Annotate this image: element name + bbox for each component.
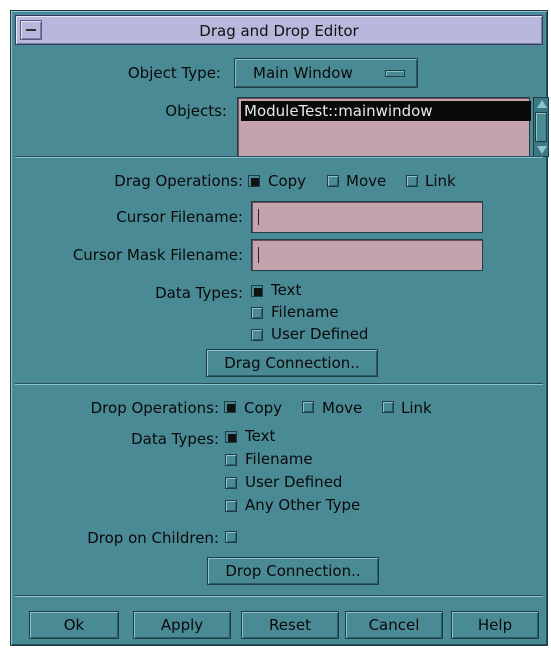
drop-type-user-defined-checkbox[interactable]	[225, 477, 237, 489]
drag-copy-checkbox[interactable]	[248, 175, 260, 187]
scroll-down-arrow-icon[interactable]	[537, 146, 547, 154]
scroll-thumb[interactable]	[535, 112, 547, 142]
drag-data-types-label: Data Types:	[155, 284, 243, 302]
drop-move-checkbox[interactable]	[302, 401, 314, 413]
drag-type-filename-label: Filename	[271, 303, 339, 321]
help-button[interactable]: Help	[451, 611, 539, 639]
object-type-value: Main Window	[253, 64, 353, 82]
drag-link-checkbox[interactable]	[406, 175, 418, 187]
drag-type-user-defined-checkbox[interactable]	[251, 329, 263, 341]
separator	[15, 383, 543, 385]
drop-type-user-defined-label: User Defined	[245, 473, 343, 491]
drag-type-text-label: Text	[271, 281, 302, 299]
drop-copy-checkbox[interactable]	[224, 401, 236, 413]
drop-connection-button[interactable]: Drop Connection..	[207, 557, 379, 585]
cancel-button[interactable]: Cancel	[345, 611, 443, 639]
objects-scrollbar[interactable]	[533, 97, 549, 157]
reset-button[interactable]: Reset	[241, 611, 339, 639]
object-type-label: Object Type:	[127, 64, 221, 82]
dialog-button-bar: Ok Apply Reset Cancel Help	[15, 607, 543, 643]
title-bar[interactable]: Drag and Drop Editor	[15, 15, 543, 45]
drag-move-label: Move	[346, 172, 387, 190]
drag-copy-label: Copy	[268, 172, 307, 190]
drop-operations-label: Drop Operations:	[90, 399, 219, 417]
drop-on-children-checkbox[interactable]	[225, 531, 237, 543]
cursor-filename-label: Cursor Filename:	[116, 208, 243, 226]
drop-move-label: Move	[322, 399, 363, 417]
drop-type-text-checkbox[interactable]	[225, 431, 237, 443]
drag-type-text-checkbox[interactable]	[251, 285, 263, 297]
objects-label: Objects:	[165, 102, 227, 120]
drop-type-filename-label: Filename	[245, 450, 313, 468]
drag-type-filename-checkbox[interactable]	[251, 307, 263, 319]
drag-connection-button[interactable]: Drag Connection..	[206, 349, 378, 377]
drag-move-checkbox[interactable]	[327, 175, 339, 187]
drop-type-any-other-checkbox[interactable]	[225, 500, 237, 512]
drag-link-label: Link	[425, 172, 456, 190]
drag-and-drop-editor-window: Drag and Drop Editor Object Type: Main W…	[10, 10, 549, 646]
object-type-menu[interactable]: Main Window	[234, 58, 418, 88]
drop-link-label: Link	[401, 399, 432, 417]
drag-operations-label: Drag Operations:	[114, 172, 243, 190]
drag-type-user-defined-label: User Defined	[271, 325, 369, 343]
separator	[15, 156, 543, 158]
separator	[15, 595, 543, 597]
objects-list[interactable]: ModuleTest::mainwindow	[237, 97, 531, 157]
option-menu-indicator-icon	[385, 70, 405, 77]
apply-button[interactable]: Apply	[133, 611, 231, 639]
drop-data-types-label: Data Types:	[131, 430, 219, 448]
drop-on-children-label: Drop on Children:	[87, 529, 219, 547]
drop-link-checkbox[interactable]	[382, 401, 394, 413]
ok-button[interactable]: Ok	[29, 611, 119, 639]
window-title: Drag and Drop Editor	[199, 22, 359, 40]
list-item[interactable]: ModuleTest::mainwindow	[241, 101, 531, 121]
drop-type-any-other-label: Any Other Type	[245, 496, 361, 514]
text-cursor	[258, 209, 259, 225]
drop-type-text-label: Text	[245, 427, 276, 445]
text-cursor	[258, 247, 259, 263]
drop-type-filename-checkbox[interactable]	[225, 454, 237, 466]
drop-copy-label: Copy	[244, 399, 283, 417]
cursor-mask-filename-field[interactable]	[251, 239, 483, 271]
cursor-mask-filename-label: Cursor Mask Filename:	[72, 246, 243, 264]
scroll-up-arrow-icon[interactable]	[537, 100, 547, 108]
cursor-filename-field[interactable]	[251, 201, 483, 233]
